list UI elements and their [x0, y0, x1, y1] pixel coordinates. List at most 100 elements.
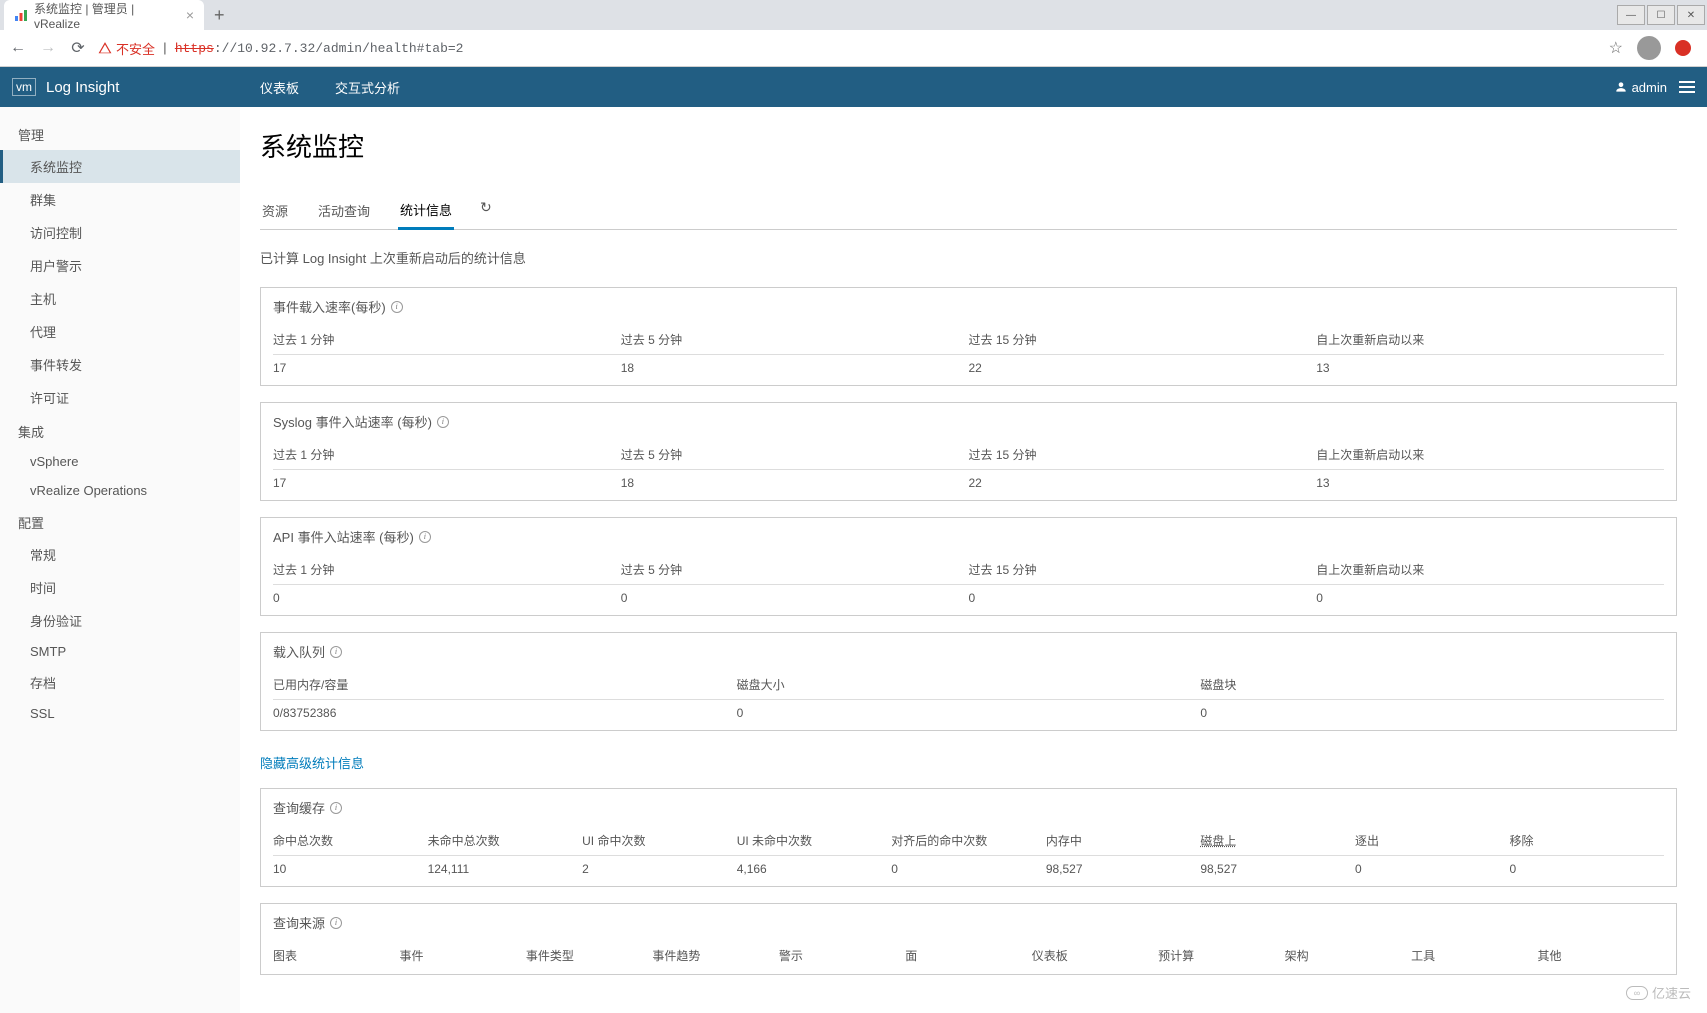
nav-reload-button[interactable]: ⟳	[68, 38, 88, 58]
info-icon[interactable]: i	[437, 416, 449, 428]
sidebar-item-ssl[interactable]: SSL	[0, 699, 240, 728]
value-unaligned: 0	[891, 856, 1046, 886]
sidebar-item-system-monitor[interactable]: 系统监控	[0, 150, 240, 183]
header-in-mem: 内存中	[1046, 826, 1201, 856]
tab-bar: 系统监控 | 管理员 | vRealize × + — ☐ ✕	[0, 0, 1707, 30]
ingest-rate-1min: 17	[273, 355, 621, 385]
url-scheme: https	[175, 41, 214, 56]
value-on-disk: 98,527	[1200, 856, 1355, 886]
extension-icon[interactable]	[1675, 40, 1691, 56]
sidebar-item-hosts[interactable]: 主机	[0, 282, 240, 315]
warning-icon	[98, 41, 112, 55]
nav-back-button[interactable]: ←	[8, 38, 28, 58]
user-icon	[1614, 80, 1628, 94]
info-icon[interactable]: i	[330, 917, 342, 929]
hide-advanced-stats-link[interactable]: 隐藏高级统计信息	[260, 753, 364, 772]
value-remove: 0	[1510, 856, 1665, 886]
syslog-rate-15min: 22	[969, 470, 1317, 500]
panel-query-cache: 查询缓存i 命中总次数 未命中总次数 UI 命中次数 UI 未命中次数 对齐后的…	[260, 788, 1677, 887]
nav-interactive-analytics[interactable]: 交互式分析	[335, 78, 400, 97]
info-icon[interactable]: i	[419, 531, 431, 543]
sidebar-item-license[interactable]: 许可证	[0, 381, 240, 414]
username-label: admin	[1632, 80, 1667, 95]
window-controls: — ☐ ✕	[1617, 5, 1707, 25]
value-ui-hits: 2	[582, 856, 737, 886]
header-miss: 未命中总次数	[428, 826, 583, 856]
header-disk-blocks: 磁盘块	[1200, 670, 1664, 700]
sidebar-item-vrops[interactable]: vRealize Operations	[0, 476, 240, 505]
value-miss: 124,111	[428, 856, 583, 886]
panel-syslog-rate: Syslog 事件入站速率 (每秒)i 过去 1 分钟 过去 5 分钟 过去 1…	[260, 402, 1677, 501]
header-schema: 架构	[1285, 941, 1411, 964]
syslog-rate-1min: 17	[273, 470, 621, 500]
top-nav: 仪表板 交互式分析	[260, 78, 400, 97]
hamburger-menu-icon[interactable]	[1679, 81, 1695, 93]
window-close-button[interactable]: ✕	[1677, 5, 1705, 25]
col-header-15min: 过去 15 分钟	[969, 325, 1317, 355]
tab-statistics[interactable]: 统计信息	[398, 192, 454, 230]
ingest-rate-5min: 18	[621, 355, 969, 385]
profile-avatar-icon[interactable]	[1637, 36, 1661, 60]
bookmark-star-icon[interactable]: ☆	[1609, 38, 1623, 58]
app-logo[interactable]: vm Log Insight	[12, 78, 260, 96]
favicon-icon	[14, 8, 28, 22]
header-remove: 移除	[1510, 826, 1665, 856]
header-other: 其他	[1538, 941, 1664, 964]
sidebar: 管理 系统监控 群集 访问控制 用户警示 主机 代理 事件转发 许可证 集成 v…	[0, 107, 240, 1013]
api-rate-1min: 0	[273, 585, 621, 615]
value-used-memory: 0/83752386	[273, 700, 737, 730]
sidebar-item-time[interactable]: 时间	[0, 571, 240, 604]
col-header-since-restart: 自上次重新启动以来	[1316, 325, 1664, 355]
sidebar-item-auth[interactable]: 身份验证	[0, 604, 240, 637]
sidebar-item-general[interactable]: 常规	[0, 538, 240, 571]
sidebar-item-vsphere[interactable]: vSphere	[0, 447, 240, 476]
panel-title-query-source: 查询来源	[273, 913, 325, 932]
nav-forward-button[interactable]: →	[38, 38, 58, 58]
sidebar-item-access-control[interactable]: 访问控制	[0, 216, 240, 249]
header-tools: 工具	[1411, 941, 1537, 964]
tab-active-queries[interactable]: 活动查询	[316, 193, 372, 228]
sidebar-item-cluster[interactable]: 群集	[0, 183, 240, 216]
window-maximize-button[interactable]: ☐	[1647, 5, 1675, 25]
sidebar-item-archive[interactable]: 存档	[0, 666, 240, 699]
header-dashboard: 仪表板	[1032, 941, 1158, 964]
panel-query-source: 查询来源i 图表 事件 事件类型 事件趋势 警示 面 仪表板 预计算 架构 工具…	[260, 903, 1677, 975]
value-disk-blocks: 0	[1200, 700, 1664, 730]
browser-tab[interactable]: 系统监控 | 管理员 | vRealize ×	[4, 0, 204, 30]
new-tab-button[interactable]: +	[204, 5, 235, 26]
api-rate-since: 0	[1316, 585, 1664, 615]
app-body: 管理 系统监控 群集 访问控制 用户警示 主机 代理 事件转发 许可证 集成 v…	[0, 107, 1707, 1013]
tabs: 资源 活动查询 统计信息 ↻	[260, 192, 1677, 230]
refresh-icon[interactable]: ↻	[480, 199, 492, 222]
tab-resources[interactable]: 资源	[260, 193, 290, 228]
address-bar: ← → ⟳ 不安全 | https://10.92.7.32/admin/hea…	[0, 30, 1707, 66]
nav-dashboards[interactable]: 仪表板	[260, 78, 299, 97]
info-icon[interactable]: i	[330, 802, 342, 814]
value-in-mem: 98,527	[1046, 856, 1201, 886]
url-input[interactable]: 不安全 | https://10.92.7.32/admin/health#ta…	[98, 39, 1599, 58]
syslog-rate-5min: 18	[621, 470, 969, 500]
header-event: 事件	[399, 941, 525, 964]
vm-logo-mark: vm	[12, 78, 36, 96]
browser-chrome: 系统监控 | 管理员 | vRealize × + — ☐ ✕ ← → ⟳ 不安…	[0, 0, 1707, 67]
sidebar-item-user-alerts[interactable]: 用户警示	[0, 249, 240, 282]
header-evict: 逐出	[1355, 826, 1510, 856]
app-header: vm Log Insight 仪表板 交互式分析 admin	[0, 67, 1707, 107]
tab-close-icon[interactable]: ×	[186, 7, 194, 23]
window-minimize-button[interactable]: —	[1617, 5, 1645, 25]
panel-title-ingest-queue: 载入队列	[273, 642, 325, 661]
info-icon[interactable]: i	[391, 301, 403, 313]
header-event-trend: 事件趋势	[652, 941, 778, 964]
sidebar-item-agents[interactable]: 代理	[0, 315, 240, 348]
header-alert: 警示	[779, 941, 905, 964]
col-header-1min: 过去 1 分钟	[273, 325, 621, 355]
panel-title-query-cache: 查询缓存	[273, 798, 325, 817]
user-menu[interactable]: admin	[1614, 80, 1667, 95]
header-ui-miss: UI 未命中次数	[737, 826, 892, 856]
stats-description: 已计算 Log Insight 上次重新启动后的统计信息	[260, 248, 1677, 267]
sidebar-item-smtp[interactable]: SMTP	[0, 637, 240, 666]
sidebar-item-event-forwarding[interactable]: 事件转发	[0, 348, 240, 381]
info-icon[interactable]: i	[330, 646, 342, 658]
value-ui-miss: 4,166	[737, 856, 892, 886]
panel-title-ingest-rate: 事件载入速率(每秒)	[273, 297, 386, 316]
